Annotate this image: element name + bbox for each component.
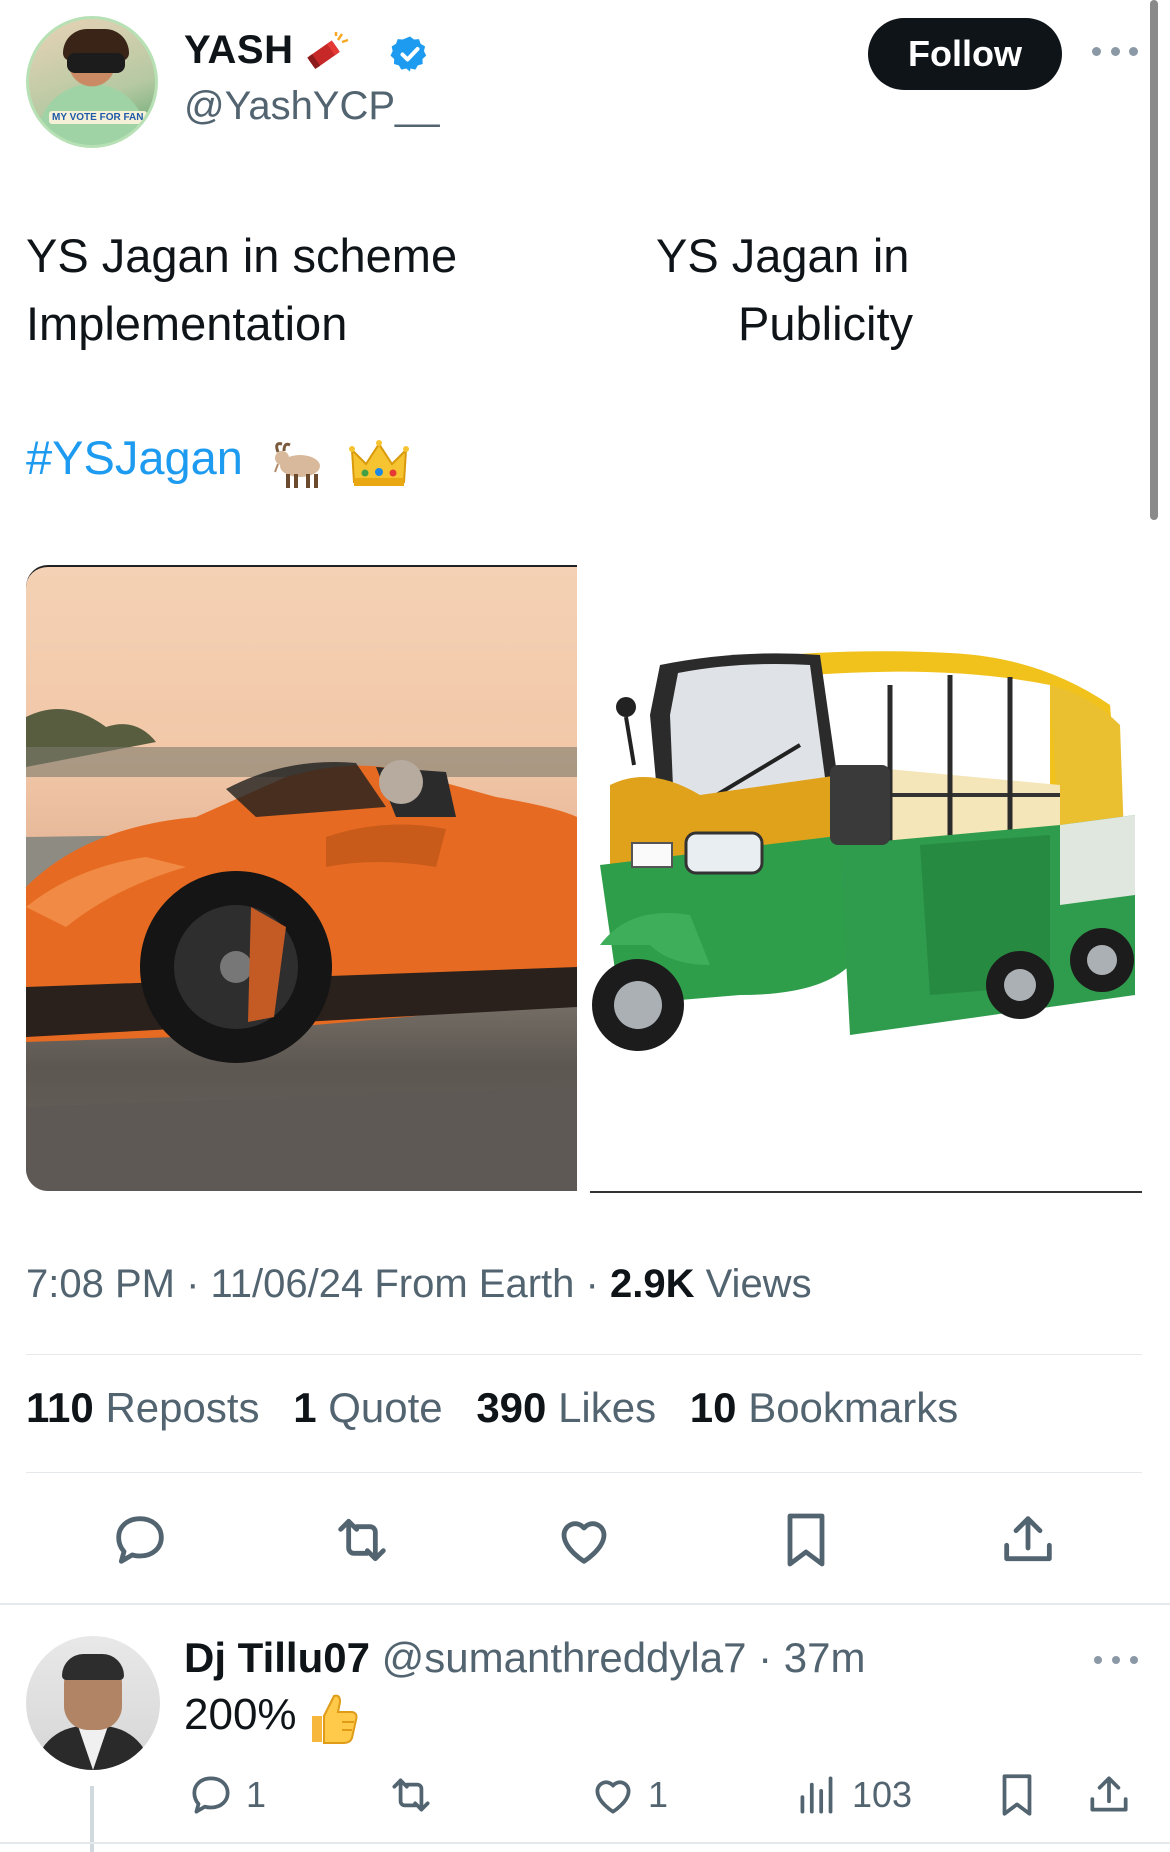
divider xyxy=(0,1603,1170,1605)
reply-like-button[interactable]: 1 xyxy=(588,1768,668,1822)
divider xyxy=(26,1472,1142,1473)
likes-label: Likes xyxy=(558,1384,657,1431)
firecracker-emoji-icon xyxy=(307,32,349,70)
reply-like-count: 1 xyxy=(648,1774,669,1815)
rickshaw-illustration xyxy=(592,651,1135,1051)
more-options-icon[interactable] xyxy=(1092,36,1138,66)
post-source: From Earth xyxy=(374,1262,575,1306)
reply-author-name[interactable]: Dj Tillu07 xyxy=(184,1634,370,1681)
follow-button[interactable]: Follow xyxy=(868,18,1062,90)
quotes-label: Quote xyxy=(328,1384,443,1431)
views-icon xyxy=(800,1776,833,1814)
like-icon xyxy=(595,1780,631,1814)
share-icon xyxy=(1090,1776,1128,1812)
author-avatar[interactable]: MY VOTE FOR FAN xyxy=(26,16,158,148)
hashtag-link[interactable]: #YSJagan xyxy=(26,430,243,485)
reply-reply-count: 1 xyxy=(246,1774,267,1815)
quotes-count: 1 xyxy=(293,1384,317,1431)
post-date: 11/06/24 xyxy=(210,1262,364,1306)
divider xyxy=(0,1842,1170,1844)
engagement-stats: 110 Reposts 1 Quote 390 Likes 10 Bookmar… xyxy=(26,1384,958,1432)
bookmarks-label: Bookmarks xyxy=(748,1384,959,1431)
crown-emoji-icon xyxy=(349,440,409,486)
reply-time: 37m xyxy=(783,1634,866,1681)
reply-share-button[interactable] xyxy=(1084,1768,1144,1822)
views-label: Views xyxy=(705,1262,812,1306)
reply-icon xyxy=(192,1776,230,1814)
likes-stat[interactable]: 390 Likes xyxy=(476,1384,656,1431)
like-icon[interactable] xyxy=(552,1508,616,1572)
repost-icon xyxy=(392,1778,430,1812)
reply-repost-button[interactable] xyxy=(386,1768,446,1822)
divider xyxy=(26,1354,1142,1355)
reply-views-button[interactable]: 103 xyxy=(792,1768,912,1822)
reply-views-count: 103 xyxy=(852,1774,913,1815)
post-text-left-line1: YS Jagan in scheme xyxy=(26,229,458,282)
auto-rickshaw-image[interactable] xyxy=(590,565,1142,1193)
bookmarks-count: 10 xyxy=(689,1384,737,1431)
scrollbar[interactable] xyxy=(1150,0,1158,520)
reply-author-line: Dj Tillu07 @sumanthreddyla7 · 37m xyxy=(184,1634,866,1681)
goat-emoji-icon xyxy=(274,442,320,488)
reply-author-handle[interactable]: @sumanthreddyla7 xyxy=(382,1634,747,1681)
reply-bookmark-button[interactable] xyxy=(992,1768,1052,1822)
reply-author-avatar[interactable] xyxy=(26,1636,160,1770)
reply-more-options-icon[interactable] xyxy=(1094,1648,1138,1672)
author-name[interactable]: YASH xyxy=(184,28,293,73)
post-text-right-line2: Publicity xyxy=(738,297,914,350)
reply-reply-button[interactable]: 1 xyxy=(186,1768,266,1822)
likes-count: 390 xyxy=(476,1384,547,1431)
bookmark-icon xyxy=(1002,1774,1032,1816)
reposts-label: Reposts xyxy=(105,1384,260,1431)
reposts-count: 110 xyxy=(26,1384,94,1431)
post-text-right: YS Jagan in Publicity xyxy=(656,222,913,358)
verified-badge-icon xyxy=(390,36,427,72)
post-metadata: 7:08 PM · 11/06/24 From Earth · 2.9K Vie… xyxy=(26,1262,812,1306)
bookmark-icon[interactable] xyxy=(774,1508,838,1572)
bookmarks-stat[interactable]: 10 Bookmarks xyxy=(690,1384,958,1431)
thumbs-up-emoji-icon xyxy=(312,1694,358,1744)
post-text-right-line1: YS Jagan in xyxy=(656,229,910,282)
reply-icon[interactable] xyxy=(108,1508,172,1572)
post-text-left-line2: Implementation xyxy=(26,297,348,350)
share-icon[interactable] xyxy=(996,1508,1060,1572)
author-handle[interactable]: @YashYCP__ xyxy=(184,84,440,129)
quotes-stat[interactable]: 1 Quote xyxy=(293,1384,442,1431)
views-count: 2.9K xyxy=(609,1262,695,1306)
car-illustration xyxy=(26,709,577,1191)
post-time: 7:08 PM xyxy=(26,1262,175,1306)
reposts-stat[interactable]: 110 Reposts xyxy=(26,1384,260,1431)
post-text-left: YS Jagan in scheme Implementation xyxy=(26,222,457,358)
repost-icon[interactable] xyxy=(330,1508,394,1572)
reply-text: 200% xyxy=(184,1690,297,1739)
orange-sports-car-image[interactable] xyxy=(26,565,577,1191)
